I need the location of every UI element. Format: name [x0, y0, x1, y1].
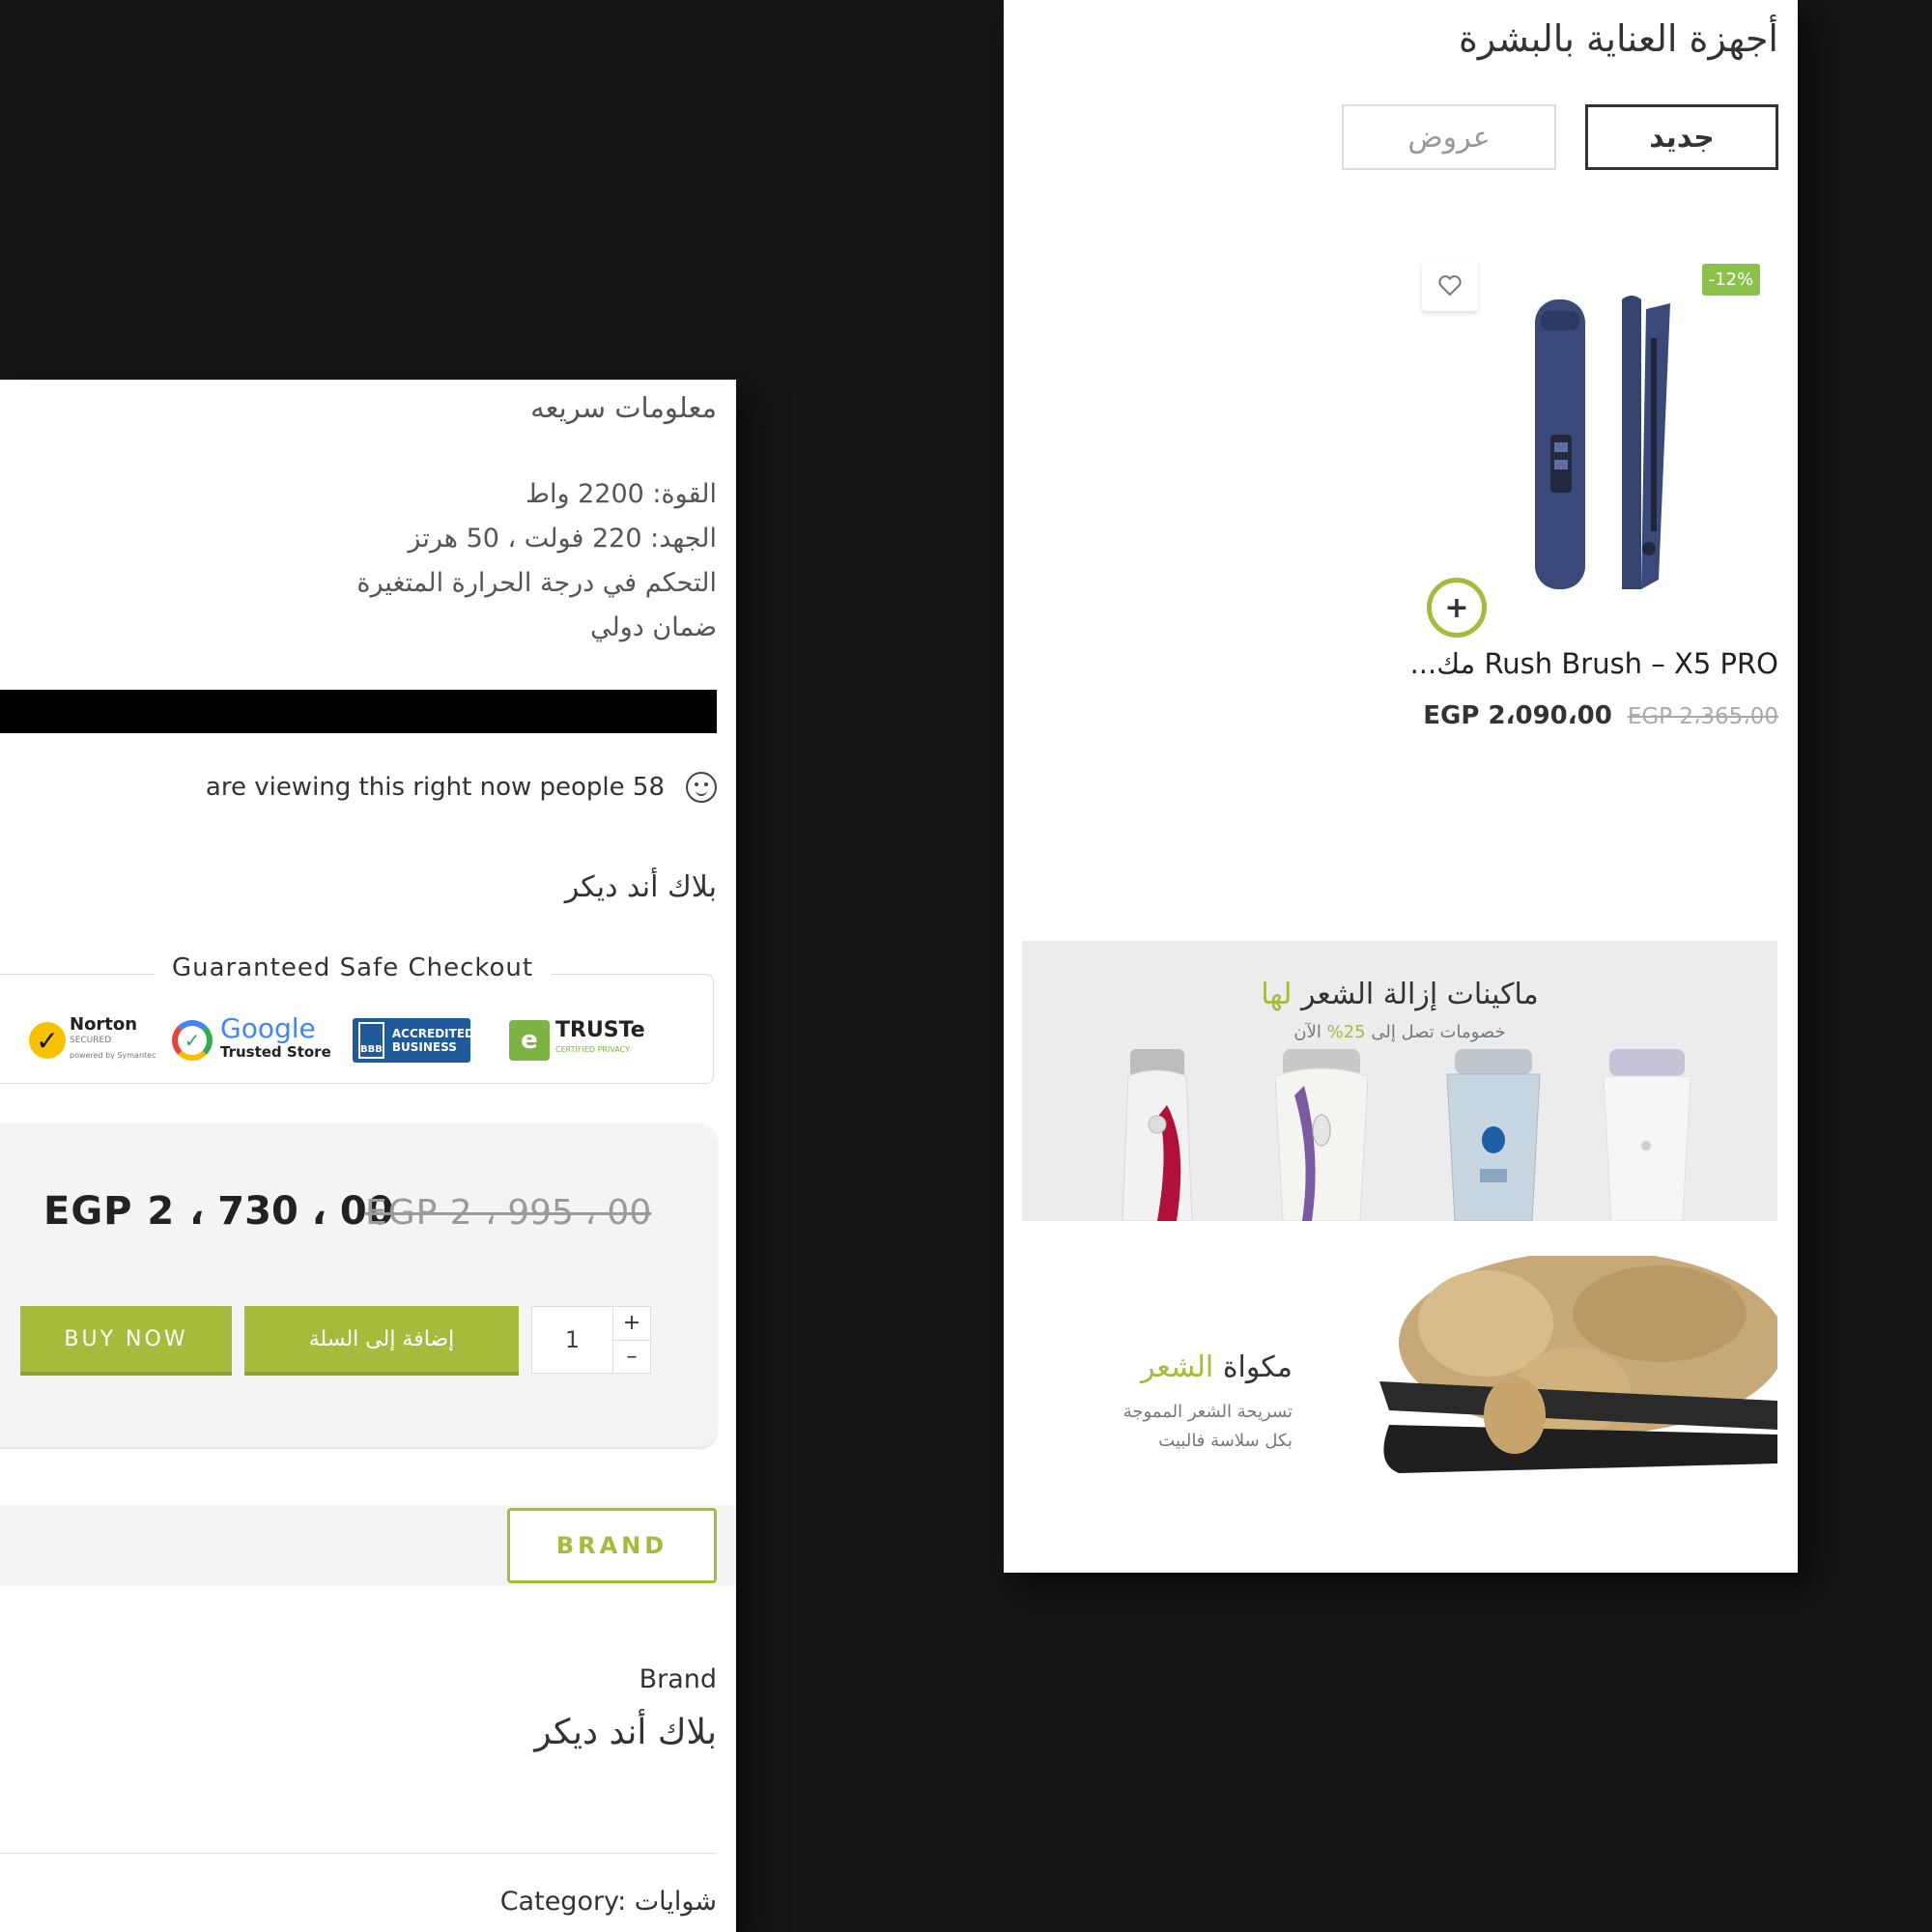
truste-icon: e [509, 1020, 550, 1061]
truste-sub-label: CERTIFIED PRIVACY [555, 1045, 630, 1054]
banner-subtitle: تسريحة الشعر المموجة بكل سلاسة فالبيت [1061, 1398, 1293, 1456]
wishlist-button[interactable] [1422, 261, 1478, 311]
category-listing-screen: أجهزة العناية بالبشرة جديد عروض -12% + R… [1004, 0, 1798, 1573]
add-to-cart-icon-button[interactable]: + [1427, 578, 1487, 638]
quantity-stepper: 1 + – [531, 1306, 651, 1374]
banner-title-text: مكواة [1222, 1350, 1293, 1384]
smiley-icon [686, 772, 717, 803]
viewers-notice: are viewing this right now people 58 [206, 772, 717, 803]
product-current-price: EGP 2،090،00 [1423, 701, 1612, 730]
product-name[interactable]: Rush Brush – X5 PRO مك... [1410, 647, 1778, 680]
quantity-input[interactable]: 1 [532, 1307, 613, 1373]
tab-new[interactable]: جديد [1585, 104, 1778, 170]
product-detail-screen: معلومات سريعه القوة: 2200 واط الجهد: 220… [0, 380, 736, 1932]
divider [0, 1853, 717, 1854]
norton-badge: ✓ Norton SECURED powered by Symantec [29, 1012, 156, 1068]
quantity-increase-button[interactable]: + [613, 1307, 650, 1341]
quantity-decrease-button[interactable]: – [613, 1341, 650, 1374]
safe-checkout-title: Guaranteed Safe Checkout [155, 953, 552, 982]
google-sub-label: Trusted Store [220, 1043, 331, 1061]
quick-info-title: معلومات سريعه [530, 391, 717, 424]
hair-removal-banner[interactable]: ماكينات إزالة الشعر لها خصومات تصل إلى 2… [1022, 941, 1777, 1221]
norton-sub-label: SECURED [70, 1036, 112, 1045]
buy-now-button[interactable]: BUY NOW [20, 1306, 232, 1372]
brand-heading: بلاك أند ديكر [564, 870, 717, 904]
google-badge: ✓ Google Trusted Store [172, 1012, 331, 1068]
truste-label: TRUSTe [555, 1018, 645, 1042]
norton-powered-label: powered by Symantec [70, 1051, 156, 1060]
product-image[interactable] [1487, 290, 1747, 618]
spec-item: القوة: 2200 واط [526, 479, 717, 509]
section-title: أجهزة العناية بالبشرة [1458, 17, 1778, 60]
black-divider-bar [0, 690, 717, 733]
product-price: EGP 2،090،00 EGP 2،365،00 [1423, 701, 1778, 730]
product-original-price: EGP 2،365،00 [1627, 704, 1778, 729]
google-check-icon: ✓ [172, 1020, 213, 1061]
truste-badge: e TRUSTe CERTIFIED PRIVACY [509, 1012, 645, 1068]
viewers-text: are viewing this right now people 58 [205, 773, 665, 802]
purchase-panel [0, 1123, 717, 1447]
category-label: Category: شوايات [499, 1887, 717, 1917]
banner-sub-line: بكل سلاسة فالبيت [1158, 1431, 1293, 1451]
norton-check-icon: ✓ [29, 1022, 66, 1059]
bbb-mark: BBB [358, 1022, 384, 1059]
hair-straightener-banner[interactable]: مكواة الشعر تسريحة الشعر المموجة بكل سلا… [1022, 1256, 1777, 1536]
spec-item: ضمان دولي [590, 612, 717, 642]
spec-item: الجهد: 220 فولت ، 50 هرتز [408, 524, 717, 554]
original-price: EGP 2 ، 995 ، 00 [365, 1193, 652, 1233]
spec-list: القوة: 2200 واط الجهد: 220 فولت ، 50 هرت… [356, 472, 717, 650]
brand-label: Brand [639, 1664, 717, 1694]
bbb-label: ACCREDITED BUSINESS [391, 1027, 474, 1054]
shavers-image [1122, 1049, 1691, 1221]
brand-value: بلاك أند ديكر [534, 1713, 717, 1752]
tab-offers[interactable]: عروض [1342, 104, 1556, 170]
banner-sub-line: تسريحة الشعر المموجة [1122, 1402, 1293, 1422]
bbb-badge: BBB ACCREDITED BUSINESS [353, 1012, 474, 1068]
banner-title-highlight: الشعر [1141, 1350, 1214, 1384]
banner-title: مكواة الشعر [1099, 1350, 1293, 1384]
add-to-cart-button[interactable]: إضافة إلى السلة [244, 1306, 519, 1372]
straightener-image [1379, 1256, 1777, 1473]
heart-icon [1438, 275, 1462, 297]
google-label: Google [220, 1012, 316, 1044]
norton-label: Norton [70, 1014, 138, 1035]
tab-brand[interactable]: BRAND [507, 1508, 717, 1583]
bbb-icon: BBB ACCREDITED BUSINESS [353, 1018, 474, 1063]
current-price: EGP 2 ، 730 ، 00 [43, 1189, 394, 1234]
spec-item: التحكم في درجة الحرارة المتغيرة [356, 568, 717, 598]
